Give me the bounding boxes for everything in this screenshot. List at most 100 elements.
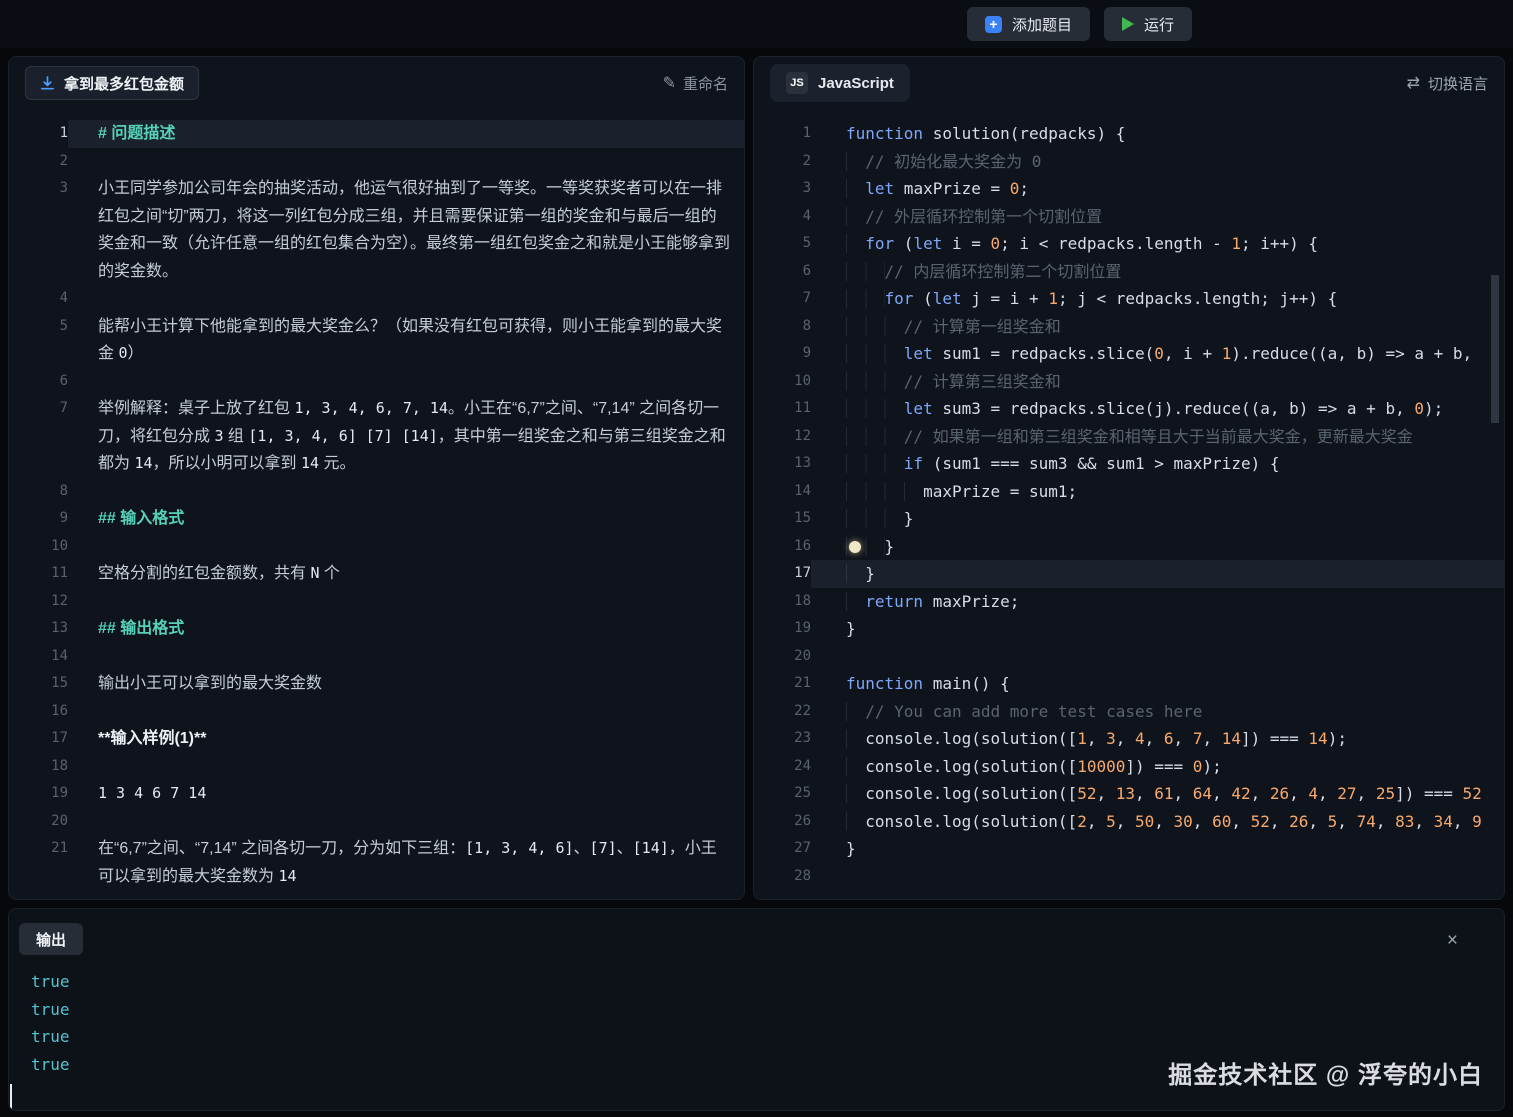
line-number: 20 [9,808,68,836]
line-content: 在“6,7”之间、“7,14” 之间各切一刀，分为如下三组：[1, 3, 4, … [68,835,744,890]
code-line[interactable]: 3 let maxPrize = 0; [754,175,1504,203]
line-number: 22 [754,698,811,726]
line-number: 17 [754,560,811,588]
code-line[interactable]: 9 let sum1 = redpacks.slice(0, i + 1).re… [754,340,1504,368]
problem-line[interactable]: 10 [9,533,744,561]
problem-header: 拿到最多红包金额 重命名 [9,57,744,109]
problem-line[interactable]: 8 [9,478,744,506]
problem-line[interactable]: 13## 输出格式 [9,615,744,643]
problem-panel: 拿到最多红包金额 重命名 1# 问题描述23小王同学参加公司年会的抽奖活动，他运… [8,56,745,900]
code-line[interactable]: 18 return maxPrize; [754,588,1504,616]
problem-line[interactable]: 14 [9,643,744,671]
problem-line[interactable]: 16 [9,698,744,726]
code-line[interactable]: 24 console.log(solution([10000]) === 0); [754,753,1504,781]
code-line[interactable]: 8 // 计算第一组奖金和 [754,313,1504,341]
line-number: 3 [754,175,811,203]
code-line[interactable]: 10 // 计算第三组奖金和 [754,368,1504,396]
line-number: 13 [754,450,811,478]
code-line[interactable]: 1function solution(redpacks) { [754,120,1504,148]
code-line[interactable]: 16 } [754,533,1504,561]
code-line[interactable]: 2 // 初始化最大奖金为 0 [754,148,1504,176]
problem-line[interactable]: 15输出小王可以拿到的最大奖金数 [9,670,744,698]
problem-line[interactable]: 17**输入样例(1)** [9,725,744,753]
line-content [68,588,744,616]
code-line[interactable]: 25 console.log(solution([52, 13, 61, 64,… [754,780,1504,808]
line-number: 17 [9,725,68,753]
line-content: for (let i = 0; i < redpacks.length - 1;… [811,230,1504,258]
code-line[interactable]: 6 // 内层循环控制第二个切割位置 [754,258,1504,286]
line-content: } [811,560,1504,588]
output-tab[interactable]: 输出 [19,923,83,955]
problem-line[interactable]: 3小王同学参加公司年会的抽奖活动，他运气很好抽到了一等奖。一等奖获奖者可以在一排… [9,175,744,285]
code-line[interactable]: 4 // 外层循环控制第一个切割位置 [754,203,1504,231]
code-line[interactable]: 17 } [754,560,1504,588]
swap-icon [1407,73,1420,93]
code-line[interactable]: 23 console.log(solution([1, 3, 4, 6, 7, … [754,725,1504,753]
line-content: // 如果第一组和第三组奖金和相等且大于当前最大奖金，更新最大奖金 [811,423,1504,451]
lightbulb-icon[interactable] [849,541,861,553]
line-content [68,753,744,781]
problem-title-box[interactable]: 拿到最多红包金额 [25,66,199,100]
switch-language-button[interactable]: 切换语言 [1407,73,1488,94]
line-content: // 外层循环控制第一个切割位置 [811,203,1504,231]
line-content: // 计算第三组奖金和 [811,368,1504,396]
code-line[interactable]: 21function main() { [754,670,1504,698]
problem-line[interactable]: 7举例解释：桌子上放了红包 1, 3, 4, 6, 7, 14。小王在“6,7”… [9,395,744,478]
code-line[interactable]: 22 // You can add more test cases here [754,698,1504,726]
line-content: ## 输入格式 [68,505,744,533]
scrollbar-thumb[interactable] [1491,275,1499,423]
line-number: 12 [9,588,68,616]
problem-line[interactable]: 12 [9,588,744,616]
line-number: 10 [754,368,811,396]
problem-line[interactable]: 21在“6,7”之间、“7,14” 之间各切一刀，分为如下三组：[1, 3, 4… [9,835,744,890]
code-line[interactable]: 26 console.log(solution([2, 5, 50, 30, 6… [754,808,1504,836]
line-content: 举例解释：桌子上放了红包 1, 3, 4, 6, 7, 14。小王在“6,7”之… [68,395,744,478]
line-number: 1 [9,120,68,148]
code-line[interactable]: 13 if (sum1 === sum3 && sum1 > maxPrize)… [754,450,1504,478]
line-content: 输出小王可以拿到的最大奖金数 [68,670,744,698]
line-number: 14 [9,643,68,671]
add-question-button[interactable]: 添加题目 [967,7,1090,41]
switch-language-label: 切换语言 [1428,73,1488,94]
line-number: 3 [9,175,68,285]
line-content: function main() { [811,670,1504,698]
line-content: } [811,615,1504,643]
line-number: 27 [754,835,811,863]
code-line[interactable]: 12 // 如果第一组和第三组奖金和相等且大于当前最大奖金，更新最大奖金 [754,423,1504,451]
line-number: 28 [754,863,811,891]
language-tab[interactable]: JS JavaScript [770,64,910,102]
line-number: 19 [754,615,811,643]
code-line[interactable]: 19} [754,615,1504,643]
pencil-icon [663,73,676,93]
code-line[interactable]: 5 for (let i = 0; i < redpacks.length - … [754,230,1504,258]
problem-line[interactable]: 2 [9,148,744,176]
output-line: true [31,968,1504,996]
problem-line[interactable]: 191 3 4 6 7 14 [9,780,744,808]
rename-button[interactable]: 重命名 [663,73,728,94]
code-line[interactable]: 28 [754,863,1504,891]
problem-editor[interactable]: 1# 问题描述23小王同学参加公司年会的抽奖活动，他运气很好抽到了一等奖。一等奖… [9,109,744,899]
code-line[interactable]: 27} [754,835,1504,863]
line-content [811,643,1504,671]
problem-line[interactable]: 20 [9,808,744,836]
line-number: 24 [754,753,811,781]
problem-line[interactable]: 1# 问题描述 [9,120,744,148]
problem-line[interactable]: 9## 输入格式 [9,505,744,533]
line-number: 16 [754,533,811,561]
line-number: 14 [754,478,811,506]
close-output-icon[interactable]: × [1447,931,1458,950]
problem-line[interactable]: 18 [9,753,744,781]
problem-line[interactable]: 11空格分割的红包金额数，共有 N 个 [9,560,744,588]
code-line[interactable]: 20 [754,643,1504,671]
problem-line[interactable]: 4 [9,285,744,313]
code-line[interactable]: 15 } [754,505,1504,533]
run-button[interactable]: 运行 [1104,7,1192,41]
code-editor[interactable]: 1function solution(redpacks) {2 // 初始化最大… [754,109,1504,899]
code-line[interactable]: 14 maxPrize = sum1; [754,478,1504,506]
problem-line[interactable]: 5能帮小王计算下他能拿到的最大奖金么？（如果没有红包可获得，则小王能拿到的最大奖… [9,313,744,368]
problem-line[interactable]: 6 [9,368,744,396]
code-line[interactable]: 7 for (let j = i + 1; j < redpacks.lengt… [754,285,1504,313]
line-content: 1 3 4 6 7 14 [68,780,744,808]
code-line[interactable]: 11 let sum3 = redpacks.slice(j).reduce((… [754,395,1504,423]
line-number: 9 [754,340,811,368]
